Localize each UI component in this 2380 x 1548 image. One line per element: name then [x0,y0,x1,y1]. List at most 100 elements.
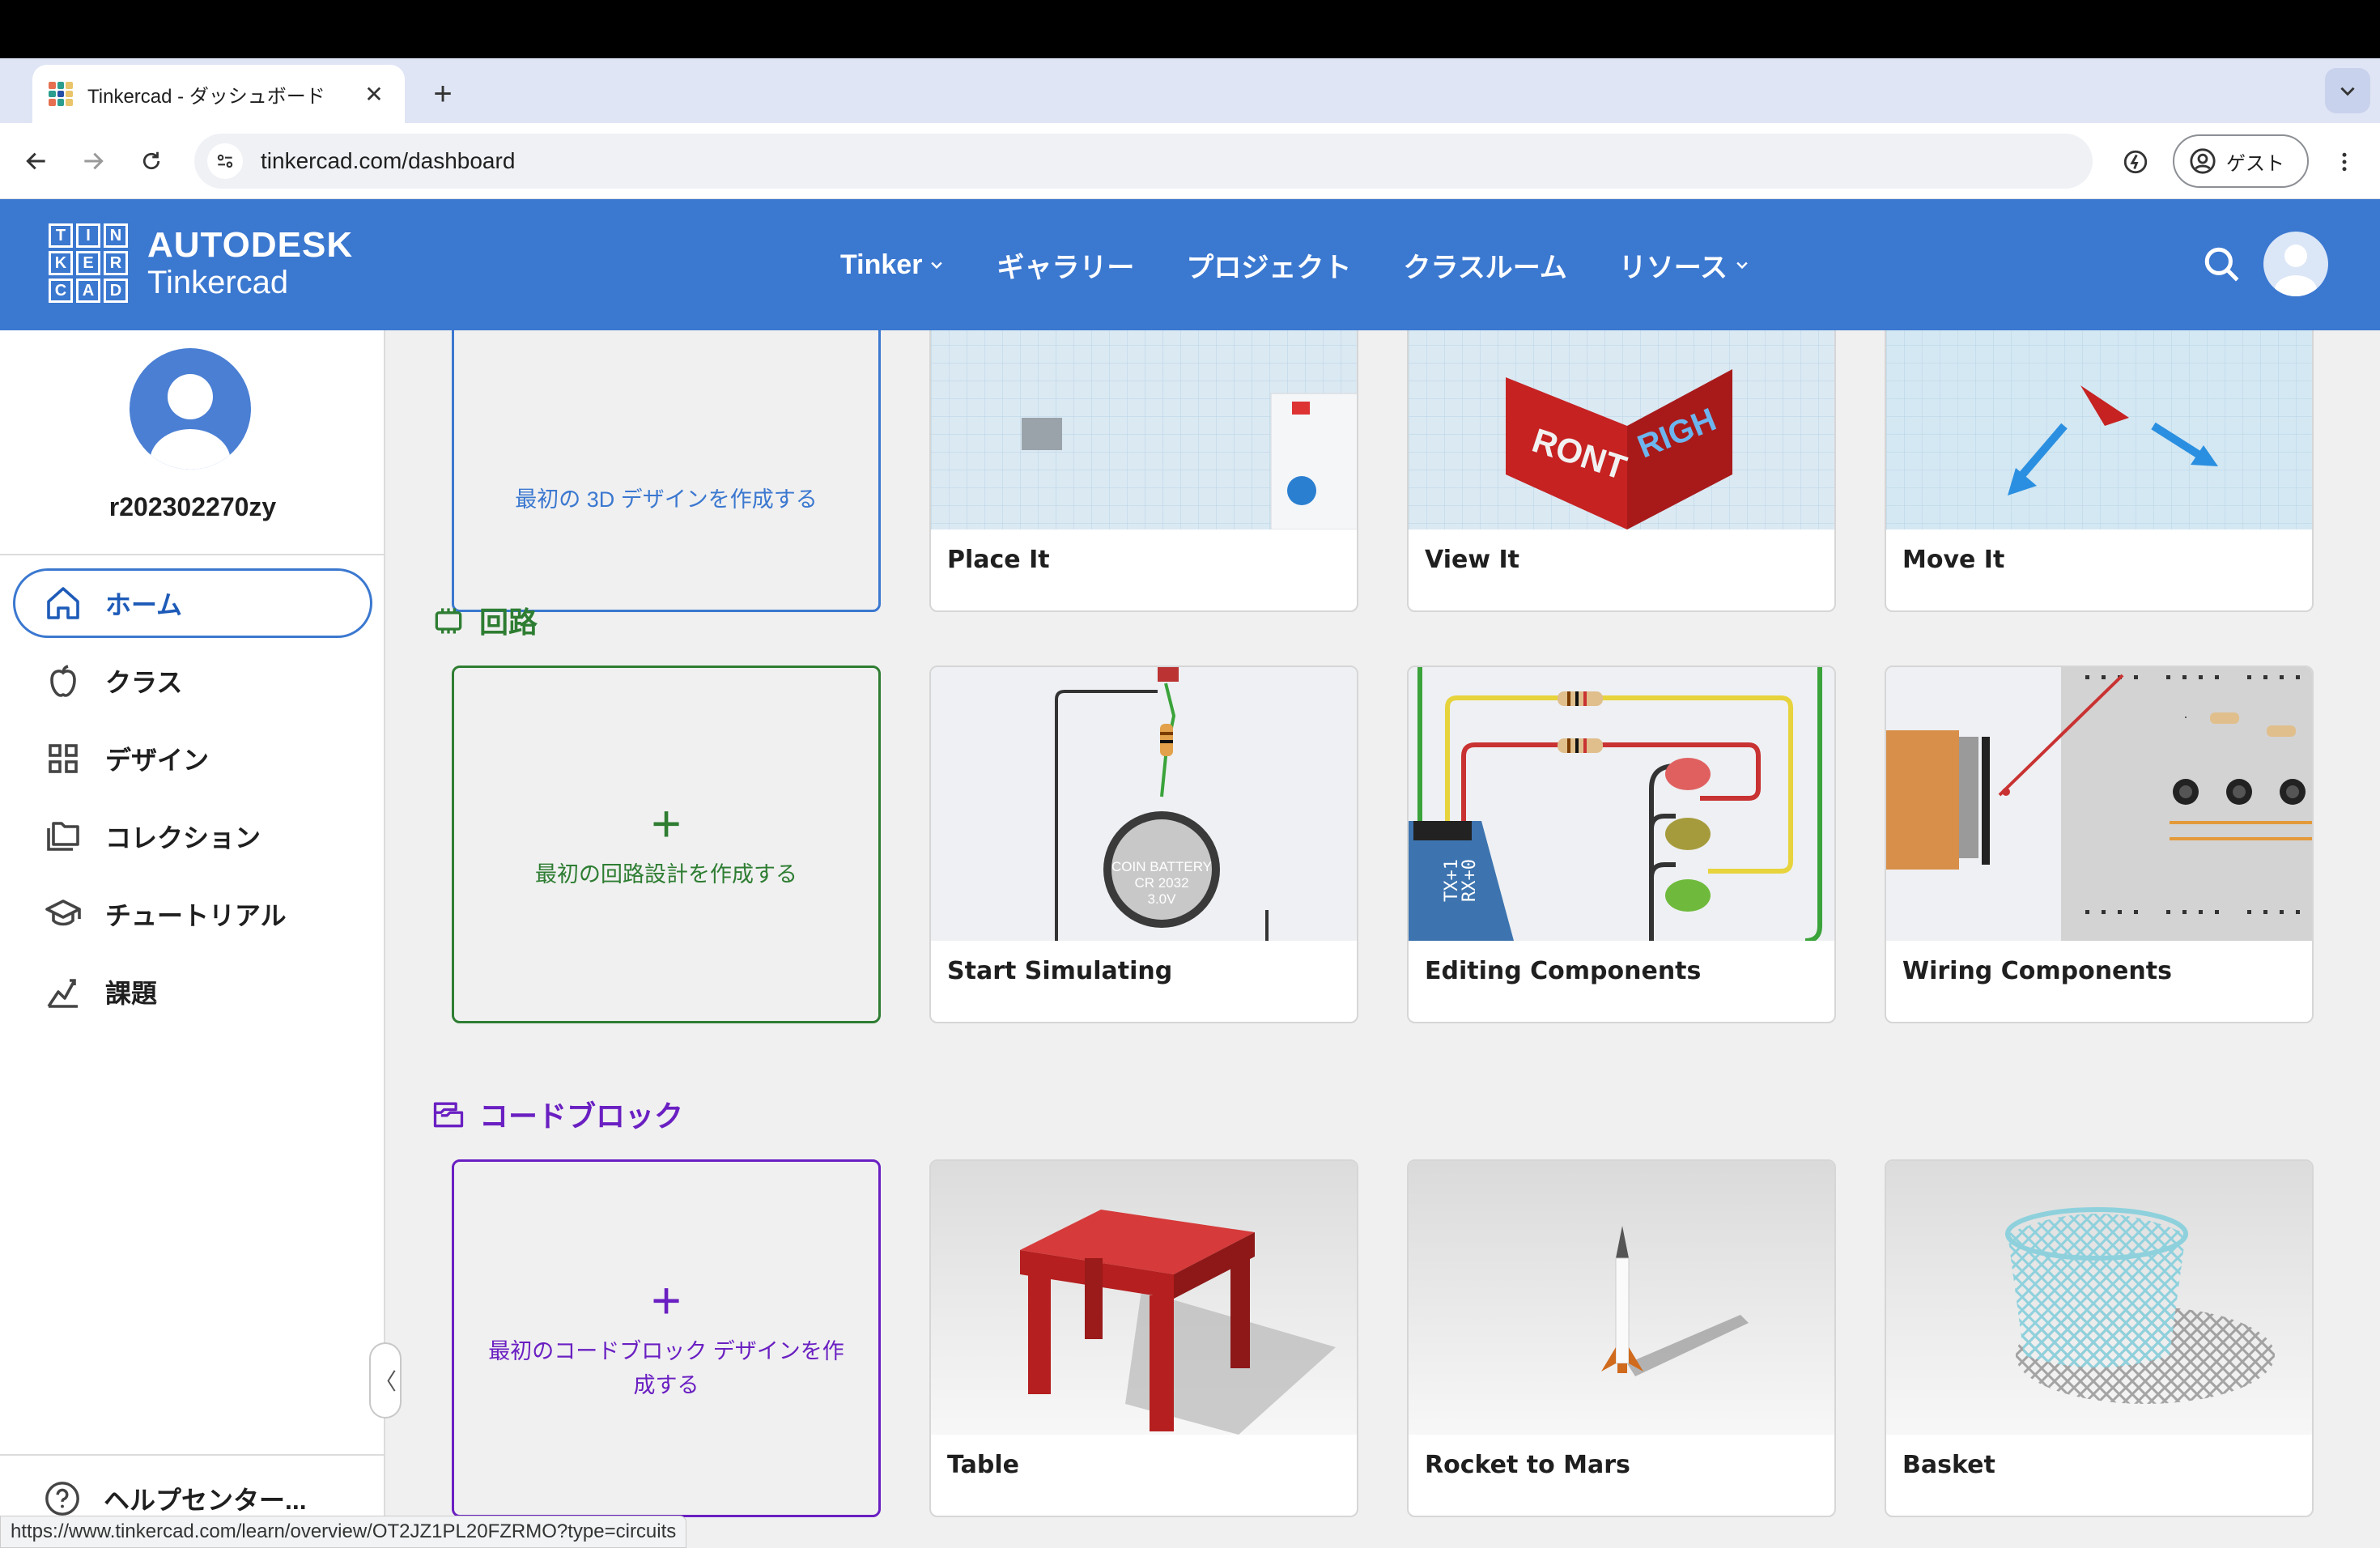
card-title: Table [947,1451,1019,1479]
guest-label: ゲスト [2226,152,2284,175]
tutorial-card[interactable]: TX+1 RX+0 Editing Components [1407,666,1836,1023]
nav-projects[interactable]: プロジェクト [1186,245,1351,285]
move-it-thumbnail [1886,330,2312,529]
tinkercad-header: TIN KER CAD AUTODESK Tinkercad Tinker ギャ… [0,199,2380,330]
create-3d-label: 最初の 3D デザインを作成する [515,487,818,512]
sidebar-item-assignments[interactable]: 課題 [13,957,372,1027]
wiring-components-thumbnail [1886,667,2312,941]
tutorial-card[interactable]: Move It [1885,330,2314,612]
card-title: Editing Components [1425,957,1702,985]
collection-icon [47,822,79,851]
tutorial-card[interactable]: Wiring Components [1885,666,2314,1023]
arrow-left-icon [26,152,45,170]
address-bar[interactable]: tinkercad.com/dashboard [194,134,2093,189]
tutorial-card[interactable]: Place It [929,330,1358,612]
profile-avatar[interactable] [130,348,251,470]
create-codeblock-card[interactable]: + 最初のコードブロック デザインを作成する [452,1159,881,1517]
divider [0,1454,385,1456]
sidebar: r202302270zy ホーム クラス デザイン コレクション チュートリアル [0,330,385,1548]
view-it-thumbnail: RONT RIGH [1409,330,1834,529]
apple-icon [50,665,76,697]
svg-text:COIN BATTERY: COIN BATTERY [1111,859,1212,874]
create-codeblock-label: 最初のコードブロック デザインを作成する [488,1339,844,1397]
rocket-thumbnail [1409,1161,1834,1435]
svg-text:RX+0: RX+0 [1460,859,1480,902]
card-title: Place It [947,546,1050,574]
nav-tinker[interactable]: Tinker [840,249,945,281]
tutorial-card[interactable]: Table [929,1159,1358,1517]
performance-icon[interactable] [2116,142,2155,181]
tinkercad-logo[interactable]: TIN KER CAD AUTODESK Tinkercad [49,223,353,303]
create-circuit-label: 最初の回路設計を作成する [535,862,797,887]
plus-icon: + [651,794,682,853]
url-text: tinkercad.com/dashboard [261,148,516,173]
sidebar-menu: ホーム クラス デザイン コレクション チュートリアル 課題 [13,568,372,1035]
help-center-link[interactable]: ヘルプセンター... [44,1480,307,1517]
chart-icon [47,979,78,1008]
sidebar-item-tutorials[interactable]: チュートリアル [13,879,372,949]
nav-classroom[interactable]: クラスルーム [1403,245,1566,285]
new-tab-button[interactable]: + [423,71,463,117]
browser-menu-button[interactable] [2325,142,2364,181]
card-title: Move It [1902,546,2005,574]
divider [0,554,385,555]
main-content: + 最初の 3D デザインを作成する Place It [385,330,2380,1548]
card-title: View It [1425,546,1519,574]
reload-button[interactable] [131,141,172,181]
graduation-cap-icon [45,899,81,926]
status-bar-link-preview: https://www.tinkercad.com/learn/overview… [0,1516,687,1548]
sidebar-item-collections[interactable]: コレクション [13,802,372,871]
card-title: Start Simulating [947,957,1173,985]
browser-tab[interactable]: Tinkercad - ダッシュボード ✕ [32,65,405,123]
tab-strip: Tinkercad - ダッシュボード ✕ + [0,58,2380,123]
tab-search-button[interactable] [2325,68,2370,113]
reload-icon [142,151,160,170]
sidebar-item-designs[interactable]: デザイン [13,724,372,793]
search-icon[interactable] [2202,245,2242,285]
sidebar-item-classes[interactable]: クラス [13,646,372,716]
arrow-right-icon [84,152,104,170]
screen-top-bar [0,0,2380,58]
forward-button[interactable] [73,141,113,181]
back-button[interactable] [16,141,57,181]
help-icon [45,1482,79,1516]
create-3d-design-card[interactable]: + 最初の 3D デザインを作成する [452,330,881,612]
codeblocks-icon [433,1102,464,1128]
place-it-thumbnail [931,330,1357,530]
tutorial-card[interactable]: RONT RIGH View It [1407,330,1836,612]
account-circle-icon [2190,148,2216,174]
circuit-chip-icon [435,608,462,634]
grid-icon [49,744,78,773]
nav-gallery[interactable]: ギャラリー [997,245,1134,285]
tutorial-card[interactable]: COIN BATTERY CR 2032 3.0V Start Simulati… [929,666,1358,1023]
dashboard-page: r202302270zy ホーム クラス デザイン コレクション チュートリアル [0,330,2380,1548]
brand-autodesk: AUTODESK [147,225,354,265]
tutorial-card[interactable]: Rocket to Mars [1407,1159,1836,1517]
section-title-circuits: 回路 [431,599,538,641]
site-info-icon[interactable] [207,143,243,179]
nav-resources[interactable]: リソース [1619,245,1750,285]
sidebar-item-home[interactable]: ホーム [13,568,372,638]
card-title: Wiring Components [1902,957,2172,985]
main-nav: Tinker ギャラリー プロジェクト クラスルーム リソース [840,199,1750,330]
chevron-down-icon [1736,262,1748,270]
chevron-down-icon [931,262,943,270]
basket-thumbnail [1886,1161,2312,1435]
profile-guest-button[interactable]: ゲスト [2173,134,2309,188]
svg-text:3.0V: 3.0V [1148,891,1177,907]
tab-close-icon[interactable]: ✕ [359,81,389,108]
user-avatar[interactable] [2263,232,2328,296]
username: r202302270zy [108,492,277,521]
tab-title: Tinkercad - ダッシュボード [87,85,325,108]
tinkercad-favicon-icon [49,82,73,106]
browser-toolbar: tinkercad.com/dashboard ゲスト [0,123,2380,199]
chevron-down-icon [2340,87,2355,96]
brand-tinkercad: Tinkercad [147,265,289,300]
card-title: Basket [1902,1451,1995,1479]
tutorial-card[interactable]: Basket [1885,1159,2314,1517]
table-thumbnail [931,1161,1357,1435]
svg-text:CR 2032: CR 2032 [1134,875,1188,891]
start-simulating-thumbnail: COIN BATTERY CR 2032 3.0V [931,667,1357,941]
create-circuit-card[interactable]: + 最初の回路設計を作成する [452,666,881,1023]
card-title: Rocket to Mars [1425,1451,1630,1479]
